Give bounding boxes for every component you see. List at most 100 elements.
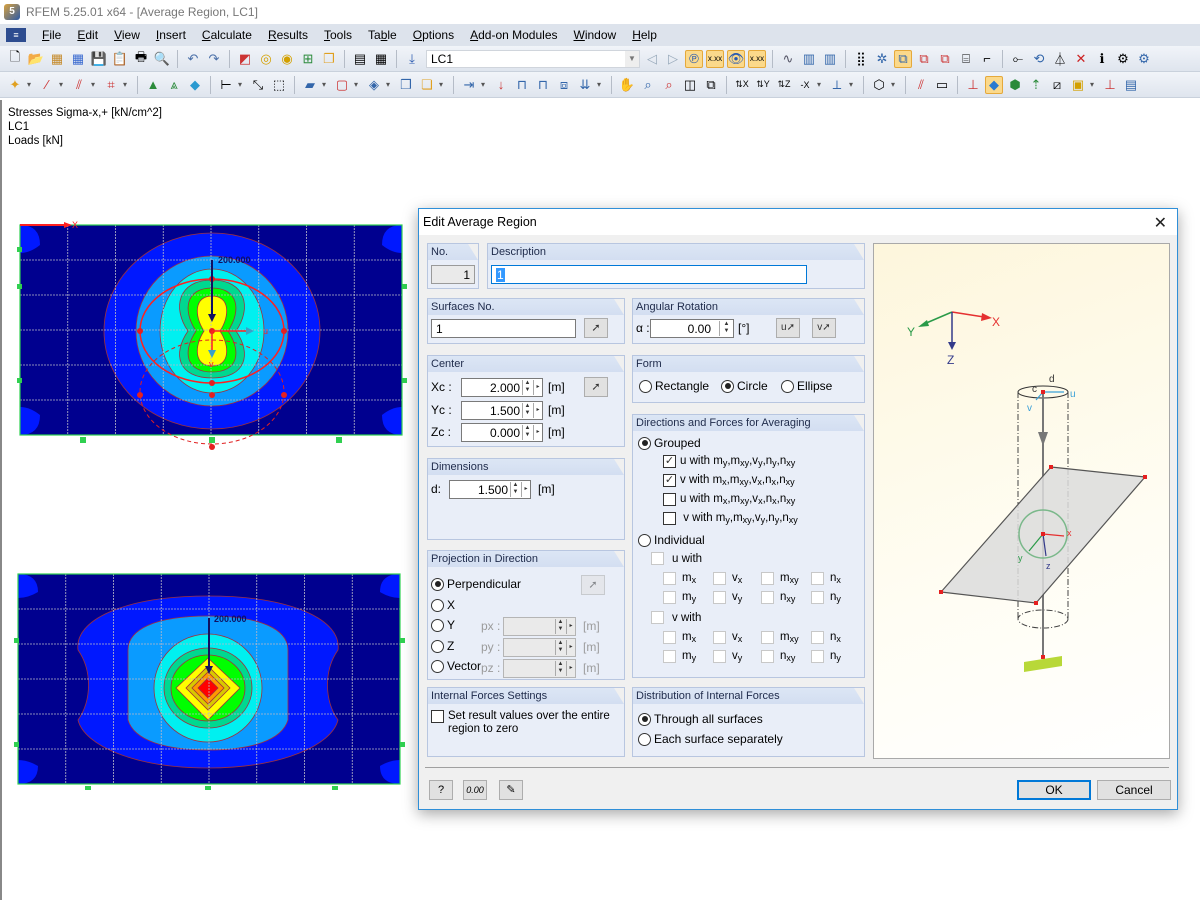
component-checkbox-mxy[interactable]: mxy bbox=[761, 572, 799, 585]
d-input[interactable]: 1.500 ▲ ▼ ▸ bbox=[449, 480, 531, 499]
menu-table[interactable]: Table bbox=[360, 28, 405, 42]
support-reactions-icon[interactable]: ⇡ bbox=[1027, 76, 1045, 94]
spinner-icon[interactable]: ▲ ▼ bbox=[555, 661, 565, 676]
grouped-u-checkbox-1[interactable]: ✓ u with my,mxy,vy,ny,nxy bbox=[663, 455, 795, 468]
print-icon[interactable]: 🖶 bbox=[132, 49, 150, 68]
component-checkbox-mx[interactable]: mx bbox=[663, 572, 696, 585]
new-member-icon[interactable]: ⫽ bbox=[70, 76, 88, 94]
pan-icon[interactable]: ✋ bbox=[618, 76, 636, 94]
solid-icon[interactable]: ▰ bbox=[301, 76, 319, 94]
component-checkbox-nxy[interactable]: nxy bbox=[761, 591, 795, 604]
menu-tools[interactable]: Tools bbox=[316, 28, 360, 42]
new-window-icon[interactable]: ⊞ bbox=[299, 50, 317, 68]
dropdown-arrow-icon[interactable]: ▾ bbox=[1090, 80, 1098, 89]
pick-surfaces-button[interactable]: ➚ bbox=[584, 318, 608, 338]
expand-arrow-icon[interactable]: ▸ bbox=[533, 380, 542, 395]
through-all-surfaces-radio[interactable]: Through all surfaces bbox=[638, 712, 763, 726]
dropdown-arrow-icon[interactable]: ▾ bbox=[597, 80, 605, 89]
new-node-icon[interactable]: ✦ bbox=[6, 76, 24, 94]
dropdown-arrow-icon[interactable]: ▾ bbox=[891, 80, 899, 89]
spinner-icon[interactable]: ▲ ▼ bbox=[719, 321, 733, 336]
workplane-icon[interactable]: ⧉ bbox=[894, 49, 912, 68]
mirror-icon[interactable]: ⏃ bbox=[1051, 50, 1069, 68]
surface-support-icon[interactable]: ◆ bbox=[186, 76, 204, 94]
animation-icon[interactable]: ∿ bbox=[779, 50, 797, 68]
component-checkbox-nx[interactable]: nx bbox=[811, 572, 841, 585]
zc-input[interactable]: 0.000 ▲ ▼ ▸ bbox=[461, 423, 543, 442]
stress-plot-bottom[interactable]: 200.000 bbox=[12, 570, 406, 790]
dropdown-arrow-icon[interactable]: ▾ bbox=[354, 80, 362, 89]
projection-x-radio[interactable]: X bbox=[431, 598, 455, 612]
grouped-v-checkbox-1[interactable]: ✓ v with mx,mxy,vx,nx,nxy bbox=[663, 474, 795, 487]
menu-file[interactable]: File bbox=[34, 28, 69, 42]
close-icon[interactable]: ✕ bbox=[1154, 213, 1167, 233]
open-server-icon[interactable]: ▦ bbox=[69, 50, 87, 68]
each-surface-separately-radio[interactable]: Each surface separately bbox=[638, 732, 783, 746]
set-zero-checkbox[interactable]: Set result values over the entire region … bbox=[431, 710, 610, 736]
form-ellipse-radio[interactable]: Ellipse bbox=[781, 379, 832, 393]
view-minus-x-icon[interactable]: -X bbox=[796, 76, 814, 94]
dropdown-arrow-icon[interactable]: ▾ bbox=[849, 80, 857, 89]
edit-model-icon[interactable]: ◩ bbox=[236, 50, 254, 68]
component-checkbox-vy[interactable]: vy bbox=[713, 591, 742, 604]
component-checkbox-my[interactable]: my bbox=[663, 650, 696, 663]
grid-table-icon[interactable]: ▦ bbox=[372, 50, 390, 68]
comment-icon[interactable]: ⤡ bbox=[249, 76, 267, 94]
show-values-2-icon[interactable]: x.xx bbox=[748, 49, 766, 68]
result-line-icon[interactable]: ⊥ bbox=[964, 76, 982, 94]
units-decimal-button[interactable]: 0.00 bbox=[463, 780, 487, 800]
individual-u-checkbox[interactable]: u with bbox=[651, 552, 702, 565]
projection-perpendicular-radio[interactable]: Perpendicular bbox=[431, 577, 521, 591]
alpha-input[interactable]: 0.00 ▲ ▼ bbox=[650, 319, 734, 338]
expand-arrow-icon[interactable]: ▸ bbox=[521, 482, 530, 497]
opening-icon[interactable]: ▢ bbox=[333, 76, 351, 94]
isometric-icon[interactable]: ⧉ bbox=[702, 76, 720, 94]
grouped-radio[interactable]: Grouped bbox=[638, 436, 701, 450]
dropdown-arrow-icon[interactable]: ▾ bbox=[59, 80, 67, 89]
new-surface-icon[interactable]: ⌗ bbox=[102, 76, 120, 94]
surface-results-icon[interactable]: ◆ bbox=[985, 75, 1003, 94]
xc-input[interactable]: 2.000 ▲ ▼ ▸ bbox=[461, 378, 543, 397]
open-database-icon[interactable]: ▦ bbox=[48, 50, 66, 68]
show-values-icon[interactable]: x.xx bbox=[706, 49, 724, 68]
zoom-window-icon[interactable]: ⌕ bbox=[639, 76, 657, 94]
ok-button[interactable]: OK bbox=[1017, 780, 1091, 800]
snap-icon[interactable]: ✲ bbox=[873, 50, 891, 68]
menu-edit[interactable]: Edit bbox=[69, 28, 106, 42]
expand-arrow-icon[interactable]: ▸ bbox=[566, 619, 575, 634]
edit-notes-button[interactable]: ✎ bbox=[499, 780, 523, 800]
axes-icon[interactable]: ⟂ bbox=[828, 76, 846, 94]
spinner-icon[interactable]: ▲ ▼ bbox=[555, 640, 565, 655]
dropdown-arrow-icon[interactable]: ▾ bbox=[481, 80, 489, 89]
projection-vector-radio[interactable]: Vector bbox=[431, 659, 481, 673]
pick-u-direction-button[interactable]: u➚ bbox=[776, 318, 800, 338]
surfaces-input[interactable]: 1 bbox=[431, 319, 576, 338]
chevron-down-icon[interactable]: ▼ bbox=[625, 50, 639, 67]
component-checkbox-nxy[interactable]: nxy bbox=[761, 650, 795, 663]
render-icon[interactable]: ▭ bbox=[933, 76, 951, 94]
delete-icon[interactable]: ✕ bbox=[1072, 50, 1090, 68]
menu-add-on-modules[interactable]: Add-on Modules bbox=[462, 28, 565, 42]
component-checkbox-mxy[interactable]: mxy bbox=[761, 631, 799, 644]
description-input[interactable]: 1 bbox=[491, 265, 807, 284]
spinner-icon[interactable]: ▲ ▼ bbox=[522, 403, 532, 418]
info-icon[interactable]: ℹ bbox=[1093, 50, 1111, 68]
px-input[interactable]: ▲ ▼ ▸ bbox=[503, 617, 576, 636]
window-icon[interactable]: ❐ bbox=[320, 50, 338, 68]
help-button[interactable]: ? bbox=[429, 780, 453, 800]
hinge-icon[interactable]: ◈ bbox=[365, 76, 383, 94]
next-load-case-icon[interactable]: ▷ bbox=[664, 50, 682, 68]
expand-arrow-icon[interactable]: ▸ bbox=[533, 425, 542, 440]
load-case-icon[interactable]: ⤓ bbox=[403, 50, 421, 68]
imperfection-icon[interactable]: ⧈ bbox=[555, 76, 573, 94]
rotate-icon[interactable]: ⟲ bbox=[1030, 50, 1048, 68]
diagram-icon[interactable]: ⊥ bbox=[1101, 76, 1119, 94]
stress-plot-top[interactable]: 200.000 u v X bbox=[16, 218, 408, 454]
grouped-v-checkbox-2[interactable]: v with my,mxy,vy,ny,nxy bbox=[663, 512, 798, 525]
section-icon[interactable]: ⫽ bbox=[912, 76, 930, 94]
view-x-icon[interactable]: ⇅X bbox=[733, 76, 751, 94]
dropdown-arrow-icon[interactable]: ▾ bbox=[386, 80, 394, 89]
results-on-off-icon[interactable]: ℗ bbox=[685, 49, 703, 68]
view-z-icon[interactable]: ⇅Z bbox=[775, 76, 793, 94]
menu-help[interactable]: Help bbox=[624, 28, 665, 42]
